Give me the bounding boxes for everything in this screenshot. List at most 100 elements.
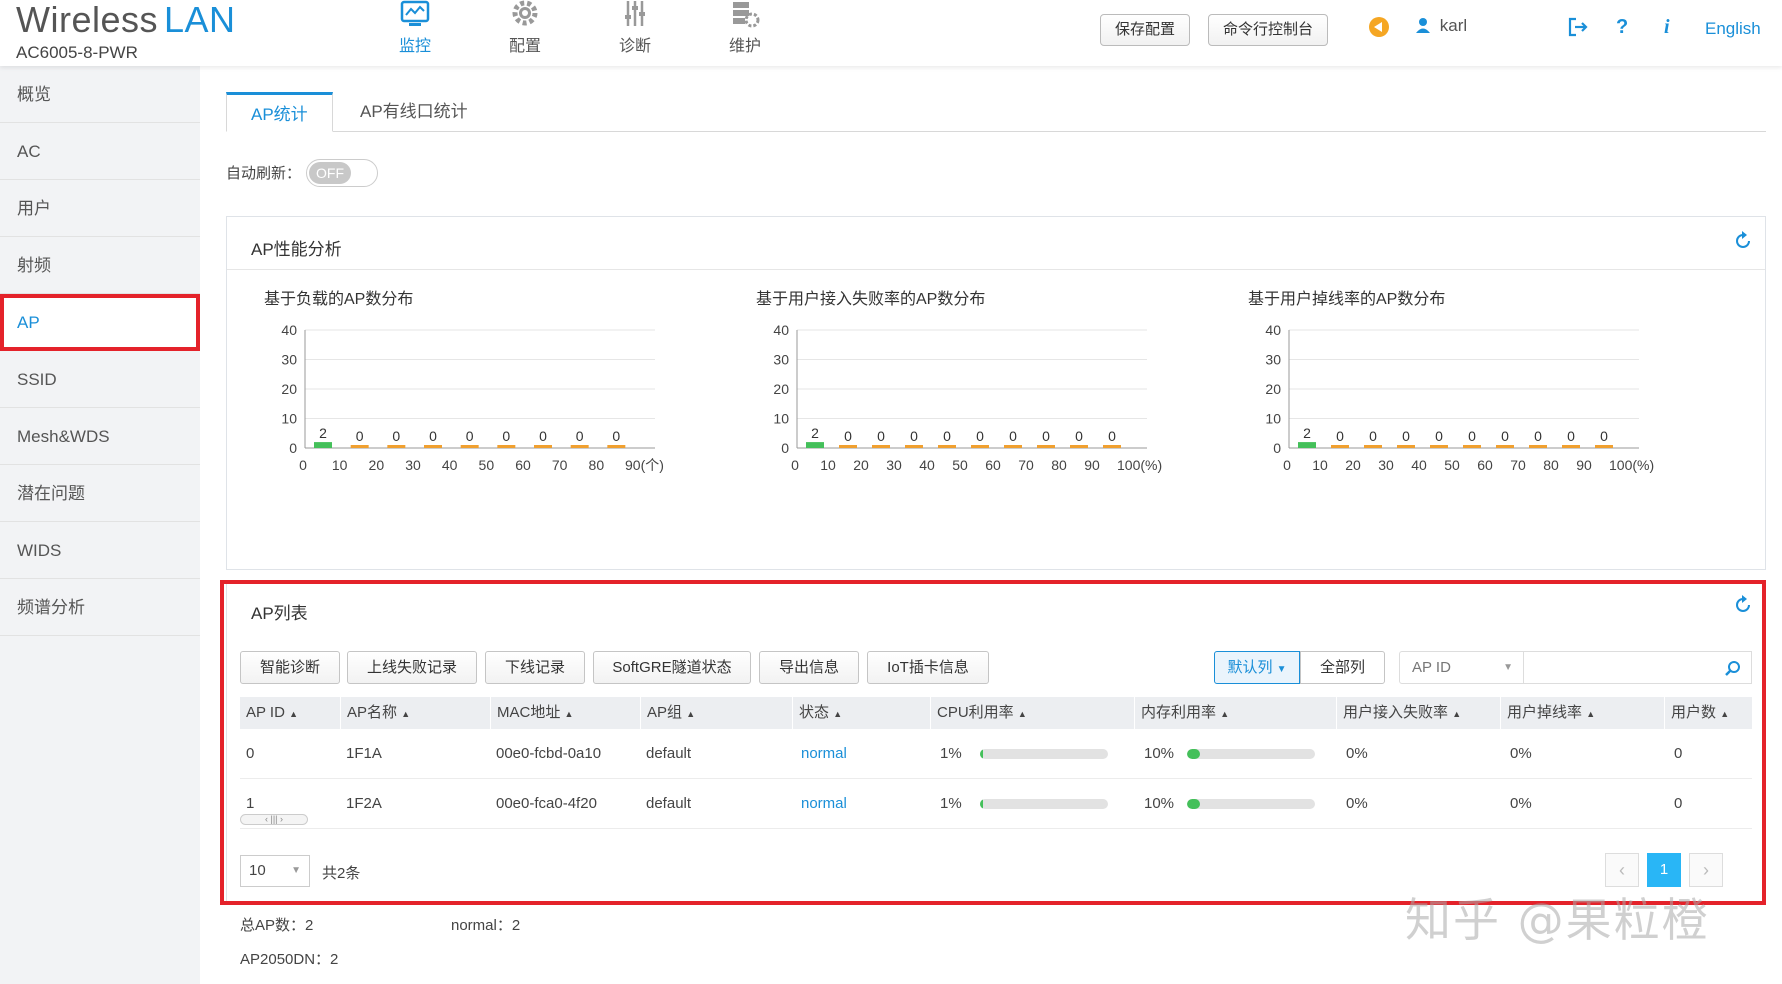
col-access-fail[interactable]: 用户接入失败率 ▲ [1336, 697, 1500, 729]
prev-page-button[interactable]: ‹ [1605, 853, 1639, 887]
sort-asc-icon: ▲ [1586, 709, 1596, 719]
bar[interactable] [1463, 445, 1481, 448]
help-icon[interactable]: ? [1616, 16, 1628, 39]
bar[interactable] [534, 445, 552, 448]
bar[interactable] [1037, 445, 1055, 448]
bar[interactable] [1298, 442, 1316, 448]
sidebar-item-ssid[interactable]: SSID [0, 351, 200, 408]
next-page-button[interactable]: › [1689, 853, 1723, 887]
bar[interactable] [1430, 445, 1448, 448]
col-ap-group[interactable]: AP组 ▲ [640, 697, 792, 729]
bar[interactable] [905, 445, 923, 448]
sidebar-item-potential-issues[interactable]: 潜在问题 [0, 465, 200, 522]
bar[interactable] [1103, 445, 1121, 448]
page-size-select[interactable]: 10 ▼ [240, 855, 310, 887]
bar[interactable] [387, 445, 406, 448]
bar[interactable] [839, 445, 857, 448]
search-icon[interactable] [1725, 660, 1741, 676]
bar[interactable] [497, 445, 516, 448]
col-status[interactable]: 状态 ▲ [792, 697, 930, 729]
cell-status[interactable]: normal [795, 729, 847, 779]
cli-console-button[interactable]: 命令行控制台 [1208, 14, 1329, 46]
caret-down-icon: ▼ [291, 865, 301, 876]
nav-config[interactable]: 配置 [470, 0, 580, 60]
nav-maintain[interactable]: 维护 [690, 0, 800, 60]
alarm-icon[interactable] [1368, 16, 1390, 38]
col-ap-name[interactable]: AP名称 ▲ [340, 697, 490, 729]
sidebar-item-users[interactable]: 用户 [0, 180, 200, 237]
brand: Wireless LAN AC6005-8-PWR [16, 0, 236, 63]
offline-log-button[interactable]: 下线记录 [485, 651, 585, 684]
sidebar-item-ap[interactable]: AP [0, 294, 200, 351]
data-label: 0 [1075, 428, 1083, 444]
user-menu[interactable]: karl [1415, 16, 1467, 36]
sidebar-item-mesh-wds[interactable]: Mesh&WDS [0, 408, 200, 465]
total-count: 共2条 [322, 865, 361, 882]
x-tick-label: 30 [1378, 457, 1394, 473]
cell-status[interactable]: normal [795, 779, 847, 829]
bar[interactable] [424, 445, 442, 448]
bar[interactable] [460, 445, 479, 448]
bar[interactable] [806, 442, 824, 448]
sidebar-item-overview[interactable]: 概览 [0, 66, 200, 123]
col-mac[interactable]: MAC地址 ▲ [490, 697, 640, 729]
nav-diagnose[interactable]: 诊断 [580, 0, 690, 60]
x-tick-label: 90 [1084, 457, 1100, 473]
bar[interactable] [1562, 445, 1580, 448]
col-users[interactable]: 用户数 ▲ [1664, 697, 1752, 729]
softgre-tunnel-button[interactable]: SoftGRE隧道状态 [593, 651, 751, 684]
col-cpu[interactable]: CPU利用率 ▲ [930, 697, 1134, 729]
tab-ap-stats[interactable]: AP统计 [226, 92, 333, 132]
cpu-usage-bar [980, 799, 1108, 809]
horizontal-scrollbar[interactable]: ‹ ||| › [240, 814, 308, 825]
bar[interactable] [607, 445, 626, 448]
bar[interactable] [1496, 445, 1514, 448]
refresh-icon[interactable] [1733, 231, 1753, 251]
bar[interactable] [1331, 445, 1349, 448]
col-drop-rate[interactable]: 用户掉线率 ▲ [1500, 697, 1664, 729]
bar[interactable] [1070, 445, 1088, 448]
maintenance-icon [733, 2, 760, 28]
online-failure-log-button[interactable]: 上线失败记录 [347, 651, 477, 684]
bar[interactable] [314, 442, 332, 448]
search-field-select[interactable]: AP ID ▼ [1399, 651, 1524, 684]
sidebar-item-radio[interactable]: 射频 [0, 237, 200, 294]
nav-monitor[interactable]: 监控 [360, 0, 470, 60]
bar[interactable] [872, 445, 890, 448]
language-switch[interactable]: English [1705, 19, 1761, 39]
bar[interactable] [971, 445, 989, 448]
info-icon[interactable]: i [1664, 16, 1670, 39]
x-tick-label: 0 [299, 457, 307, 473]
bar[interactable] [1397, 445, 1415, 448]
smart-diagnose-button[interactable]: 智能诊断 [240, 651, 340, 684]
table-row[interactable]: 1 1F2A 00e0-fca0-4f20 default normal 1% … [240, 779, 1752, 829]
save-config-button[interactable]: 保存配置 [1100, 14, 1191, 46]
all-columns-button[interactable]: 全部列 [1300, 651, 1385, 684]
sidebar-item-spectrum[interactable]: 频谱分析 [0, 579, 200, 636]
bar[interactable] [938, 445, 956, 448]
column-label: 用户接入失败率 [1343, 704, 1449, 721]
bar[interactable] [1364, 445, 1382, 448]
y-tick-label: 20 [1265, 381, 1281, 397]
page-number-button[interactable]: 1 [1647, 853, 1681, 887]
export-info-button[interactable]: 导出信息 [759, 651, 859, 684]
sort-asc-icon: ▲ [1452, 709, 1462, 719]
sidebar-item-wids[interactable]: WIDS [0, 522, 200, 579]
bar[interactable] [1595, 445, 1613, 448]
table-row[interactable]: 0 1F1A 00e0-fcbd-0a10 default normal 1% … [240, 729, 1752, 779]
tab-ap-wired-stats[interactable]: AP有线口统计 [336, 92, 492, 132]
sidebar-item-ac[interactable]: AC [0, 123, 200, 180]
bar[interactable] [1529, 445, 1547, 448]
logout-icon[interactable] [1567, 16, 1589, 38]
x-tick-label: 30 [405, 457, 421, 473]
search-input[interactable] [1524, 651, 1752, 684]
bar[interactable] [570, 445, 589, 448]
auto-refresh-toggle[interactable]: OFF [306, 159, 378, 187]
default-columns-button[interactable]: 默认列 ▼ [1214, 651, 1300, 684]
bar[interactable] [1004, 445, 1022, 448]
data-label: 0 [1108, 428, 1116, 444]
col-memory[interactable]: 内存利用率 ▲ [1134, 697, 1336, 729]
iot-card-info-button[interactable]: IoT插卡信息 [867, 651, 989, 684]
bar[interactable] [350, 445, 369, 448]
col-ap-id[interactable]: AP ID ▲ [240, 697, 340, 729]
